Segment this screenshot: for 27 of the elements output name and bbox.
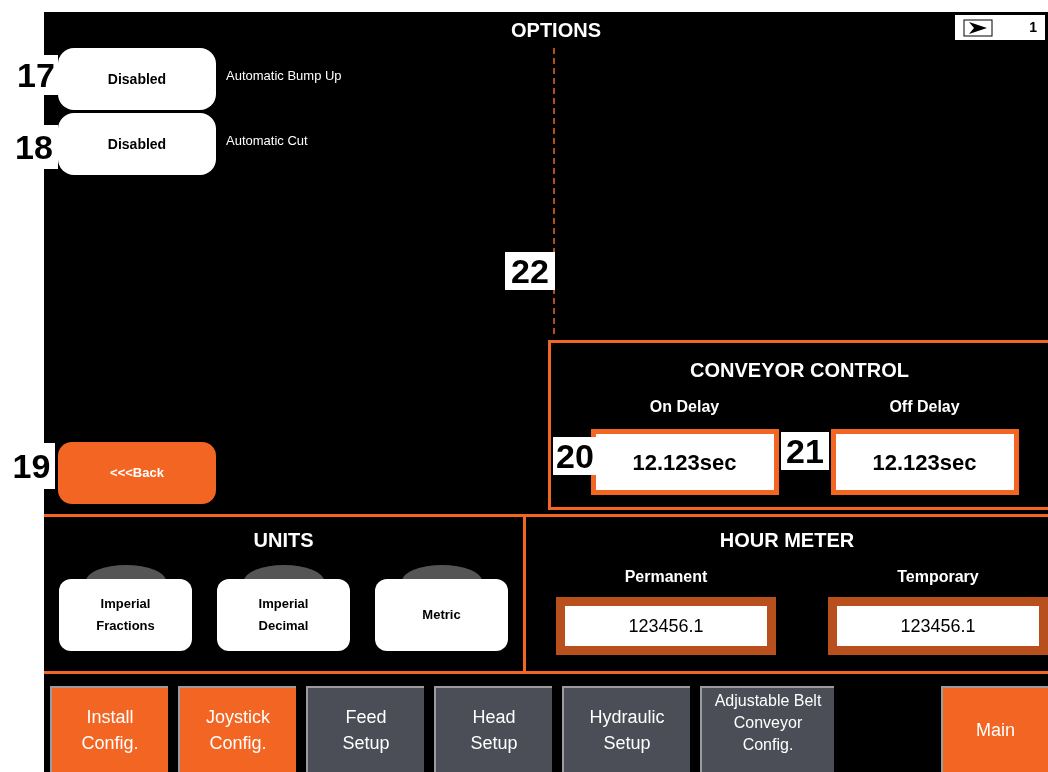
panel-title: HOUR METER bbox=[719, 528, 855, 553]
option-toggle[interactable]: Disabled bbox=[58, 48, 216, 110]
unit-button[interactable]: Metric bbox=[375, 579, 508, 651]
hour-field: 123456.1 bbox=[556, 597, 776, 655]
hour-field: 123456.1 bbox=[828, 597, 1048, 655]
delay-field[interactable]: 12.123sec bbox=[830, 429, 1019, 495]
callout-number: 22 bbox=[505, 252, 555, 290]
nav-button[interactable]: Adjustable Belt Conveyor Config. bbox=[700, 686, 834, 772]
nav-button[interactable]: Feed Setup bbox=[306, 686, 424, 772]
screen-title: OPTIONS bbox=[511, 18, 601, 43]
panel-title: CONVEYOR CONTROL bbox=[690, 358, 909, 383]
option-toggle[interactable]: Disabled bbox=[58, 113, 216, 175]
unit-button[interactable]: Imperial Decimal bbox=[217, 579, 350, 651]
callout-number: 20 bbox=[553, 437, 597, 475]
field-label: Off Delay bbox=[889, 397, 960, 417]
field-label: Temporary bbox=[897, 567, 979, 587]
nav-button[interactable]: Head Setup bbox=[434, 686, 552, 772]
callout-number: 21 bbox=[781, 432, 829, 470]
nav-button[interactable]: Hydraulic Setup bbox=[562, 686, 690, 772]
page-indicator[interactable]: 1 bbox=[955, 15, 1045, 40]
option-label: Automatic Cut bbox=[226, 132, 308, 150]
field-label: Permanent bbox=[624, 567, 708, 587]
panel-title: UNITS bbox=[253, 528, 314, 553]
page-number: 1 bbox=[1029, 18, 1037, 37]
field-label: On Delay bbox=[649, 397, 720, 417]
unit-button[interactable]: Imperial Fractions bbox=[59, 579, 192, 651]
option-label: Automatic Bump Up bbox=[226, 67, 342, 85]
